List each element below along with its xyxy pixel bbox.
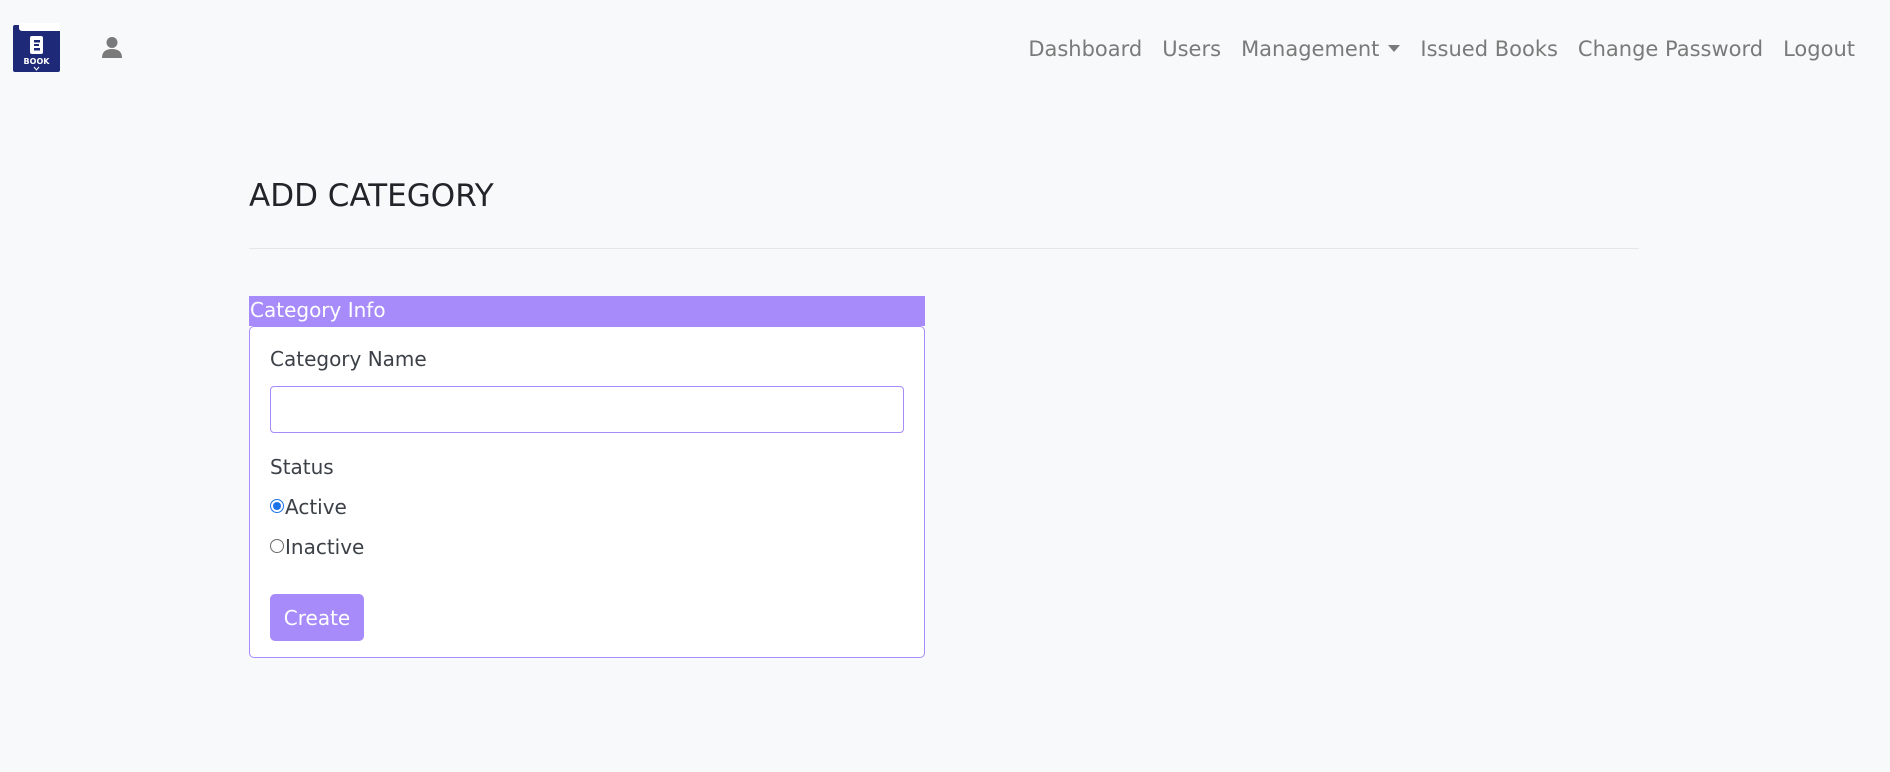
page-title: ADD CATEGORY [249, 178, 494, 214]
status-inactive-label: Inactive [285, 535, 365, 559]
nav-change-password-link[interactable]: Change Password [1568, 34, 1773, 64]
status-active-option[interactable]: Active [270, 495, 347, 519]
category-name-input[interactable] [270, 386, 904, 433]
ebook-logo-icon[interactable]: BOOK [13, 22, 61, 73]
category-info-header: Category Info [249, 296, 925, 326]
status-active-label: Active [285, 495, 347, 519]
status-inactive-option[interactable]: Inactive [270, 535, 364, 559]
nav-management-dropdown[interactable]: Management [1231, 34, 1410, 64]
nav-users-link[interactable]: Users [1152, 34, 1231, 64]
nav-logout-link[interactable]: Logout [1773, 34, 1865, 64]
top-navbar: BOOK Dashboard Users Management Issued B… [0, 0, 1890, 98]
category-name-label: Category Name [270, 347, 427, 371]
category-form: Category Name Status Active Inactive Cre… [249, 326, 925, 658]
nav-issued-books-link[interactable]: Issued Books [1410, 34, 1568, 64]
status-inactive-radio[interactable] [270, 539, 284, 553]
create-button[interactable]: Create [270, 594, 364, 641]
nav-dashboard-link[interactable]: Dashboard [1018, 34, 1152, 64]
logo-text: BOOK [24, 57, 51, 66]
status-label: Status [270, 455, 334, 479]
caret-down-icon [1388, 44, 1401, 52]
nav-management-label: Management [1241, 37, 1380, 61]
title-divider [249, 248, 1639, 249]
nav-links: Dashboard Users Management Issued Books … [1018, 34, 1865, 64]
user-icon[interactable] [101, 36, 123, 60]
status-active-radio[interactable] [270, 499, 284, 513]
